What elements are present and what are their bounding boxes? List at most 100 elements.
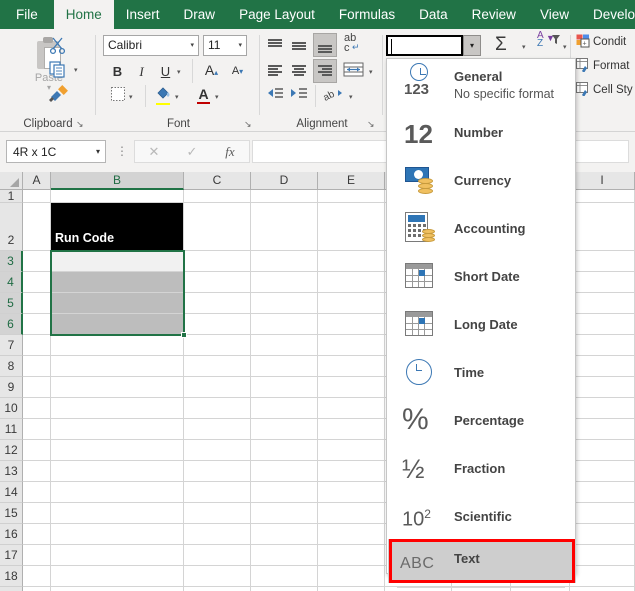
underline-chevron-down-icon[interactable]: ▾ [177,68,181,76]
cell-r3-c4[interactable] [251,251,318,272]
align-bottom-button[interactable] [313,33,337,57]
cell-r18-c2[interactable] [51,566,184,587]
menu-item-fraction[interactable]: ½ Fraction [388,445,576,493]
selection-fill-handle[interactable] [181,332,187,338]
cell-b3-active[interactable] [51,251,184,272]
column-header-b[interactable]: B [51,172,184,190]
font-dialog-launcher[interactable]: ↘ [244,119,254,129]
cell-r7-c3[interactable] [184,335,251,356]
cell-r15-c4[interactable] [251,503,318,524]
cell-r8-c2[interactable] [51,356,184,377]
font-color-button[interactable]: A [193,84,214,105]
tab-insert[interactable]: Insert [114,0,172,29]
cell-r19-c1[interactable] [23,587,51,591]
menu-item-short-date[interactable]: Short Date [388,253,576,301]
tab-home[interactable]: Home [53,0,114,29]
cell-r3-c1[interactable] [23,251,51,272]
menu-item-percentage[interactable]: % Percentage [388,397,576,445]
font-color-chevron-down-icon[interactable]: ▾ [215,93,219,101]
cell-r1-c3[interactable] [184,190,251,203]
increase-indent-button[interactable] [289,85,309,105]
menu-item-text[interactable]: ABC Text [388,539,576,583]
cell-r15-c1[interactable] [23,503,51,524]
number-format-combobox[interactable] [386,35,463,56]
format-as-table-button[interactable]: Format [576,58,629,73]
menu-item-general[interactable]: 123 General No specific format [388,61,576,109]
cell-r9-c2[interactable] [51,377,184,398]
cell-b6[interactable] [51,314,184,335]
cell-r4-c5[interactable] [318,272,385,293]
column-header-d[interactable]: D [251,172,318,190]
menu-item-accounting[interactable]: Accounting [388,205,576,253]
row-header-6[interactable]: 6 [0,314,23,335]
row-header-8[interactable]: 8 [0,356,23,377]
cell-r12-c9[interactable] [570,440,635,461]
tab-data[interactable]: Data [407,0,460,29]
orientation-button[interactable]: ab [322,85,343,105]
orientation-chevron-down-icon[interactable]: ▾ [349,93,353,101]
cell-r1-c2[interactable] [51,190,184,203]
run-code-button-cell[interactable]: Run Code [51,203,184,251]
italic-button[interactable]: I [131,61,152,82]
row-header-5[interactable]: 5 [0,293,23,314]
cell-r19-c9[interactable] [570,587,635,591]
cell-r5-c4[interactable] [251,293,318,314]
row-header-19[interactable]: 19 [0,587,23,591]
align-middle-button[interactable] [289,35,309,55]
cell-r17-c4[interactable] [251,545,318,566]
cell-r3-c5[interactable] [318,251,385,272]
cell-r4-c9[interactable] [570,272,635,293]
cell-r6-c4[interactable] [251,314,318,335]
cell-r6-c5[interactable] [318,314,385,335]
cell-r19-c3[interactable] [184,587,251,591]
column-header-i[interactable]: I [570,172,635,190]
cell-r12-c5[interactable] [318,440,385,461]
cell-r16-c3[interactable] [184,524,251,545]
cell-r14-c5[interactable] [318,482,385,503]
cell-r8-c5[interactable] [318,356,385,377]
cell-r5-c5[interactable] [318,293,385,314]
cell-r6-c9[interactable] [570,314,635,335]
cell-r4-c3[interactable] [184,272,251,293]
row-header-13[interactable]: 13 [0,461,23,482]
cell-r19-c4[interactable] [251,587,318,591]
column-header-e[interactable]: E [318,172,385,190]
cell-r8-c9[interactable] [570,356,635,377]
cell-r2-c9[interactable] [570,203,635,251]
borders-button[interactable] [107,86,128,107]
cell-r9-c4[interactable] [251,377,318,398]
cell-r16-c4[interactable] [251,524,318,545]
cell-r11-c3[interactable] [184,419,251,440]
row-header-3[interactable]: 3 [0,251,23,272]
cell-r15-c3[interactable] [184,503,251,524]
cell-r15-c2[interactable] [51,503,184,524]
enter-formula-button[interactable]: ✓ [173,141,211,162]
cell-r7-c2[interactable] [51,335,184,356]
cell-b5[interactable] [51,293,184,314]
cell-r17-c5[interactable] [318,545,385,566]
cell-r13-c2[interactable] [51,461,184,482]
cell-r13-c1[interactable] [23,461,51,482]
fill-color-chevron-down-icon[interactable]: ▾ [175,93,179,101]
row-header-2[interactable]: 2 [0,203,23,251]
cell-r4-c1[interactable] [23,272,51,293]
cell-r18-c3[interactable] [184,566,251,587]
cell-r9-c9[interactable] [570,377,635,398]
row-header-12[interactable]: 12 [0,440,23,461]
cell-r1-c5[interactable] [318,190,385,203]
align-left-button[interactable] [265,61,285,81]
menu-item-currency[interactable]: Currency [388,157,576,205]
name-box-chevron-down-icon[interactable]: ▾ [96,141,100,163]
cell-r15-c9[interactable] [570,503,635,524]
row-header-11[interactable]: 11 [0,419,23,440]
cell-r14-c2[interactable] [51,482,184,503]
cell-r8-c4[interactable] [251,356,318,377]
tab-file[interactable]: File [0,0,54,29]
underline-button[interactable]: U [155,61,176,82]
bold-button[interactable]: B [107,61,128,82]
autosum-chevron-down-icon[interactable]: ▾ [522,43,526,51]
cancel-formula-button[interactable]: ✕ [135,141,173,162]
tab-page-layout[interactable]: Page Layout [227,0,327,29]
row-header-17[interactable]: 17 [0,545,23,566]
cell-r4-c4[interactable] [251,272,318,293]
